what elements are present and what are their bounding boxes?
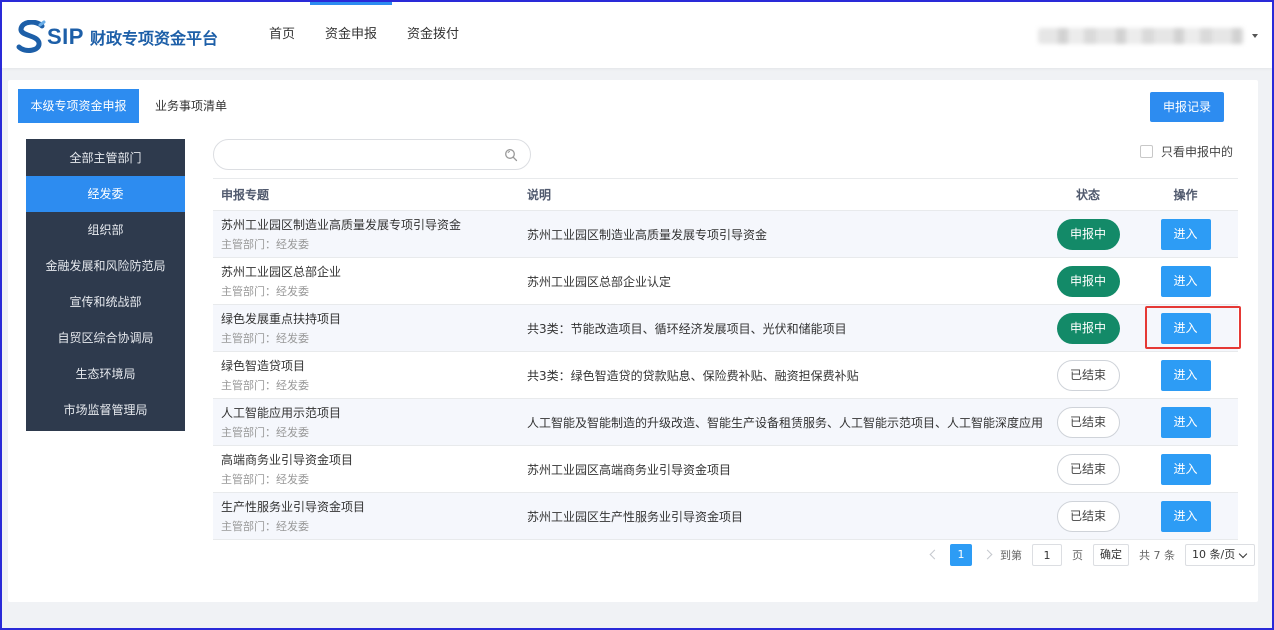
topic-department: 主管部门：经发委	[221, 237, 309, 251]
main-panel: 本级专项资金申报 业务事项清单 申报记录 全部主管部门 经发委 组织部 金融发展…	[8, 80, 1258, 602]
topic-title: 绿色发展重点扶持项目	[221, 311, 342, 326]
search-box	[213, 139, 531, 170]
platform-title: 财政专项资金平台	[89, 29, 218, 48]
status-badge: 申报中	[1056, 312, 1120, 344]
enter-button[interactable]: 进入	[1160, 265, 1211, 297]
topic-department: 主管部门：经发委	[221, 331, 309, 345]
application-records-button[interactable]: 申报记录	[1150, 92, 1224, 122]
sidebar-item-ecology[interactable]: 生态环境局	[26, 356, 185, 392]
sidebar-item-publicity[interactable]: 宣传和统战部	[26, 284, 185, 320]
column-header-description: 说明	[527, 188, 552, 202]
topic-description: 苏州工业园区制造业高质量发展专项引导资金	[527, 227, 768, 242]
sidebar-item-ftz-coordination[interactable]: 自贸区综合协调局	[26, 320, 185, 356]
enter-button[interactable]: 进入	[1160, 406, 1211, 438]
topic-title: 人工智能应用示范项目	[221, 405, 342, 420]
department-sidebar: 全部主管部门 经发委 组织部 金融发展和风险防范局 宣传和统战部 自贸区综合协调…	[26, 139, 185, 431]
sidebar-item-all-departments[interactable]: 全部主管部门	[26, 140, 185, 176]
nav-item-fund-application[interactable]: 资金申报	[310, 2, 393, 68]
enter-button[interactable]: 进入	[1160, 312, 1211, 344]
topic-description: 苏州工业园区生产性服务业引导资金项目	[527, 509, 744, 524]
column-header-topic: 申报专题	[221, 188, 270, 202]
status-badge: 申报中	[1056, 218, 1120, 250]
table-row: 生产性服务业引导资金项目 主管部门：经发委 苏州工业园区生产性服务业引导资金项目 …	[213, 493, 1238, 540]
total-count: 共 7 条	[1139, 549, 1175, 562]
search-icon[interactable]	[504, 148, 518, 162]
topic-department: 主管部门：经发委	[221, 425, 309, 439]
table-row: 人工智能应用示范项目 主管部门：经发委 人工智能及智能制造的升级改造、智能生产设备…	[213, 399, 1238, 446]
column-header-status: 状态	[1075, 188, 1100, 202]
status-badge: 已结束	[1056, 500, 1120, 532]
table-header: 申报专题 说明 状态 操作	[213, 178, 1238, 211]
page-number-current[interactable]: 1	[950, 544, 972, 566]
sidebar-item-finance-risk[interactable]: 金融发展和风险防范局	[26, 248, 185, 284]
topic-department: 主管部门：经发委	[221, 519, 309, 533]
table-row: 高端商务业引导资金项目 主管部门：经发委 苏州工业园区高端商务业引导资金项目 已结…	[213, 446, 1238, 493]
search-input[interactable]	[226, 145, 496, 165]
topic-description: 共3类：节能改造项目、循环经济发展项目、光伏和储能项目	[527, 321, 847, 336]
caret-down-icon	[1252, 34, 1258, 38]
table-row: 绿色发展重点扶持项目 主管部门：经发委 共3类：节能改造项目、循环经济发展项目、光…	[213, 305, 1238, 352]
topic-description: 苏州工业园区高端商务业引导资金项目	[527, 462, 732, 477]
topic-description: 苏州工业园区总部企业认定	[527, 274, 672, 289]
table-row: 苏州工业园区总部企业 主管部门：经发委 苏州工业园区总部企业认定 申报中 进入	[213, 258, 1238, 305]
table-row: 苏州工业园区制造业高质量发展专项引导资金 主管部门：经发委 苏州工业园区制造业高质…	[213, 211, 1238, 258]
topic-description: 共3类：绿色智造贷的贷款贴息、保险费补贴、融资担保费补贴	[527, 368, 859, 383]
topic-department: 主管部门：经发委	[221, 378, 309, 392]
user-menu[interactable]	[1038, 28, 1258, 44]
logo[interactable]: SIP 财政专项资金平台	[16, 20, 218, 54]
goto-page-input[interactable]	[1032, 544, 1062, 566]
enter-button[interactable]: 进入	[1160, 218, 1211, 250]
pagination: 1 到第 页 确定 共 7 条 10 条/页	[926, 544, 1255, 566]
page-size-select[interactable]: 10 条/页	[1185, 544, 1255, 566]
page-unit-label: 页	[1072, 549, 1083, 562]
nav-item-home[interactable]: 首页	[254, 2, 310, 68]
topic-title: 生产性服务业引导资金项目	[221, 499, 366, 514]
fund-topic-table: 申报专题 说明 状态 操作 苏州工业园区制造业高质量发展专项引导资金 主管部门：经…	[213, 178, 1238, 540]
tab-business-item-list[interactable]: 业务事项清单	[139, 89, 243, 123]
topic-title: 高端商务业引导资金项目	[221, 452, 354, 467]
sip-logo-icon	[16, 20, 46, 53]
enter-button[interactable]: 进入	[1160, 453, 1211, 485]
only-applying-filter[interactable]: 只看申报中的	[1140, 143, 1233, 160]
topic-title: 苏州工业园区制造业高质量发展专项引导资金	[221, 217, 462, 232]
status-badge: 已结束	[1056, 453, 1120, 485]
enter-button[interactable]: 进入	[1160, 500, 1211, 532]
sidebar-item-organization[interactable]: 组织部	[26, 212, 185, 248]
tab-local-fund-application[interactable]: 本级专项资金申报	[18, 89, 139, 123]
topic-title: 绿色智造贷项目	[221, 358, 306, 373]
goto-label: 到第	[1000, 549, 1022, 562]
blurred-user-info	[1038, 28, 1244, 44]
only-applying-label: 只看申报中的	[1161, 145, 1234, 159]
nav-item-fund-disbursement[interactable]: 资金拨付	[392, 2, 474, 68]
next-page-icon[interactable]	[982, 544, 996, 566]
topic-department: 主管部门：经发委	[221, 472, 309, 486]
status-badge: 已结束	[1056, 406, 1120, 438]
prev-page-icon[interactable]	[926, 544, 940, 566]
sidebar-item-economic-development[interactable]: 经发委	[26, 176, 185, 212]
only-applying-checkbox[interactable]	[1140, 145, 1153, 158]
top-header: SIP 财政专项资金平台 首页 资金申报 资金拨付	[2, 2, 1272, 68]
topic-title: 苏州工业园区总部企业	[221, 264, 342, 279]
logo-text: SIP	[47, 24, 84, 49]
topic-department: 主管部门：经发委	[221, 284, 309, 298]
column-header-action: 操作	[1173, 188, 1198, 202]
goto-confirm-button[interactable]: 确定	[1093, 544, 1129, 566]
table-row: 绿色智造贷项目 主管部门：经发委 共3类：绿色智造贷的贷款贴息、保险费补贴、融资担…	[213, 352, 1238, 399]
enter-button[interactable]: 进入	[1160, 359, 1211, 391]
topic-description: 人工智能及智能制造的升级改造、智能生产设备租赁服务、人工智能示范项目、人工智能深…	[527, 415, 1044, 430]
status-badge: 已结束	[1056, 359, 1120, 391]
main-nav: 首页 资金申报 资金拨付	[254, 2, 474, 68]
sidebar-item-market-supervision[interactable]: 市场监督管理局	[26, 392, 185, 428]
status-badge: 申报中	[1056, 265, 1120, 297]
